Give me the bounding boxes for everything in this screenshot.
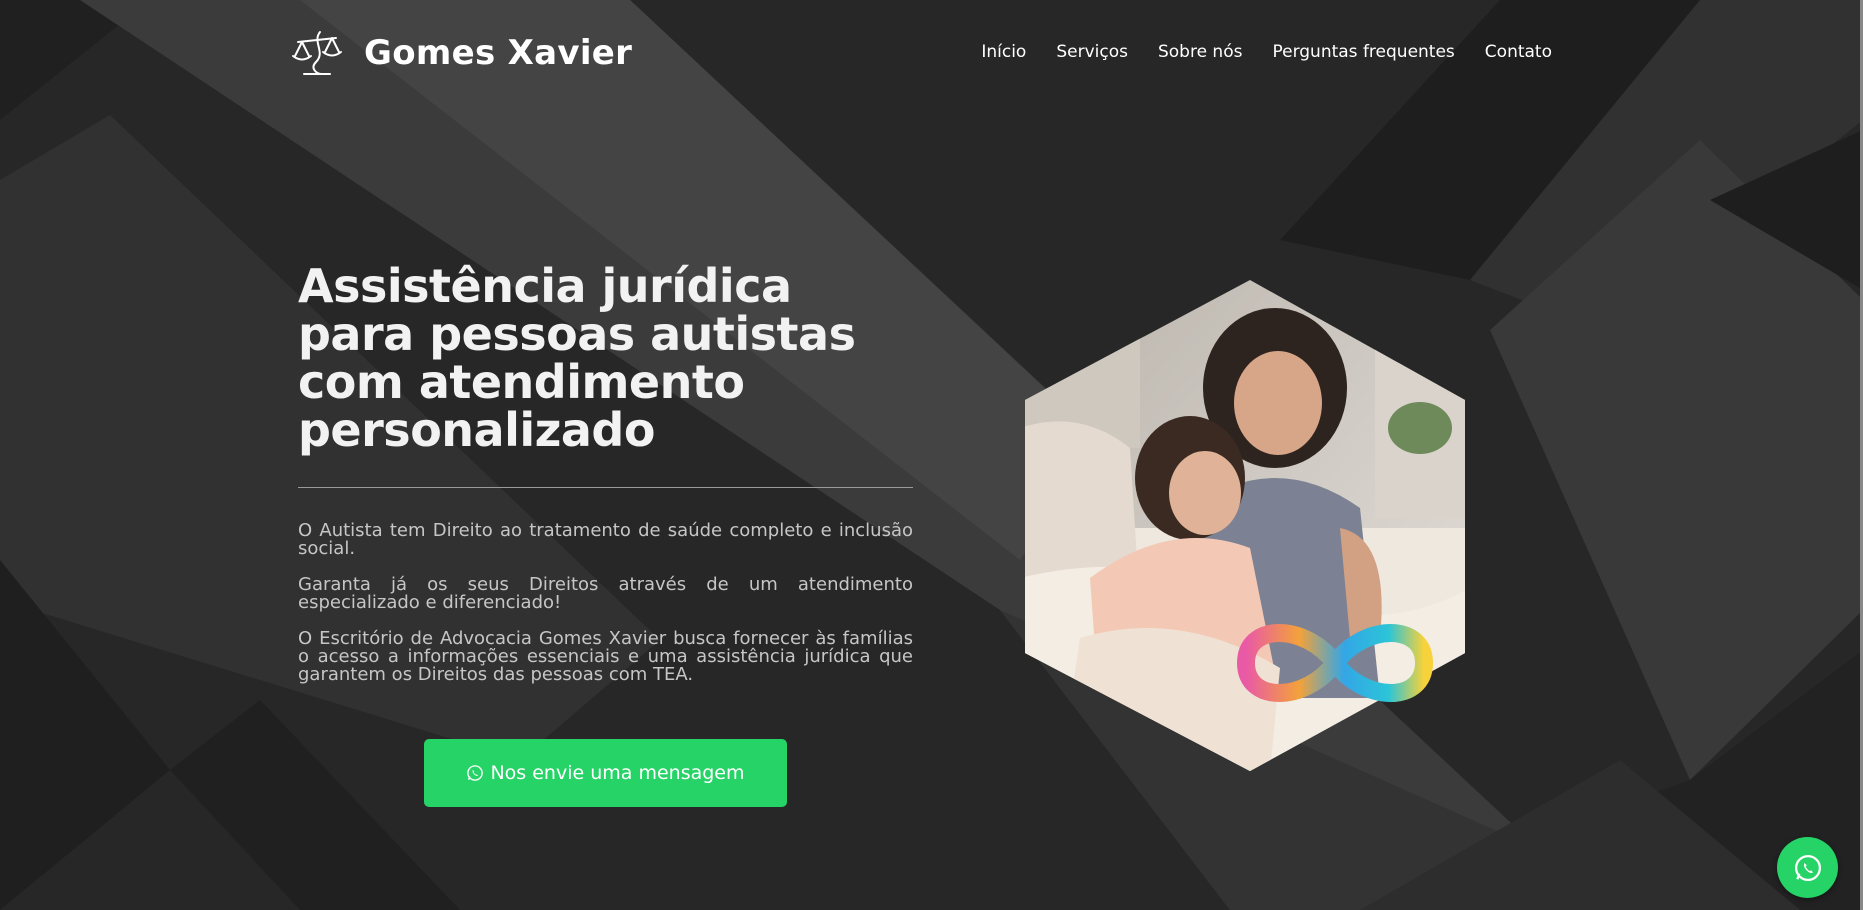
nav-item-inicio[interactable]: Início [981,42,1026,62]
nav-item-contato[interactable]: Contato [1485,42,1552,62]
hero-divider [298,487,913,488]
send-message-label: Nos envie uma mensagem [490,762,745,784]
floating-whatsapp-button[interactable] [1777,837,1838,898]
brand-name: Gomes Xavier [364,33,633,73]
hero-paragraph-2: Garanta já os seus Direitos através de u… [298,574,913,613]
scales-of-justice-icon [292,31,342,75]
site-header: Gomes Xavier Início Serviços Sobre nós P… [0,0,1863,110]
nav-item-sobre-nos[interactable]: Sobre nós [1158,42,1243,62]
send-message-button[interactable]: Nos envie uma mensagem [424,739,787,807]
main-nav: Início Serviços Sobre nós Perguntas freq… [981,42,1552,62]
hero-content: Assistência jurídica para pessoas autist… [298,262,913,684]
logo[interactable]: Gomes Xavier [290,28,632,78]
nav-item-servicos[interactable]: Serviços [1056,42,1128,62]
hero-paragraph-1: O Autista tem Direito ao tratamento de s… [298,520,913,559]
hero-title: Assistência jurídica para pessoas autist… [298,259,856,457]
nav-item-perguntas-frequentes[interactable]: Perguntas frequentes [1272,42,1454,62]
hero-paragraph-3: O Escritório de Advocacia Gomes Xavier b… [298,628,913,685]
mother-hugging-daughter-photo [1025,280,1465,771]
whatsapp-icon [1794,854,1821,881]
background-pattern [0,0,1863,910]
whatsapp-icon [467,765,484,781]
